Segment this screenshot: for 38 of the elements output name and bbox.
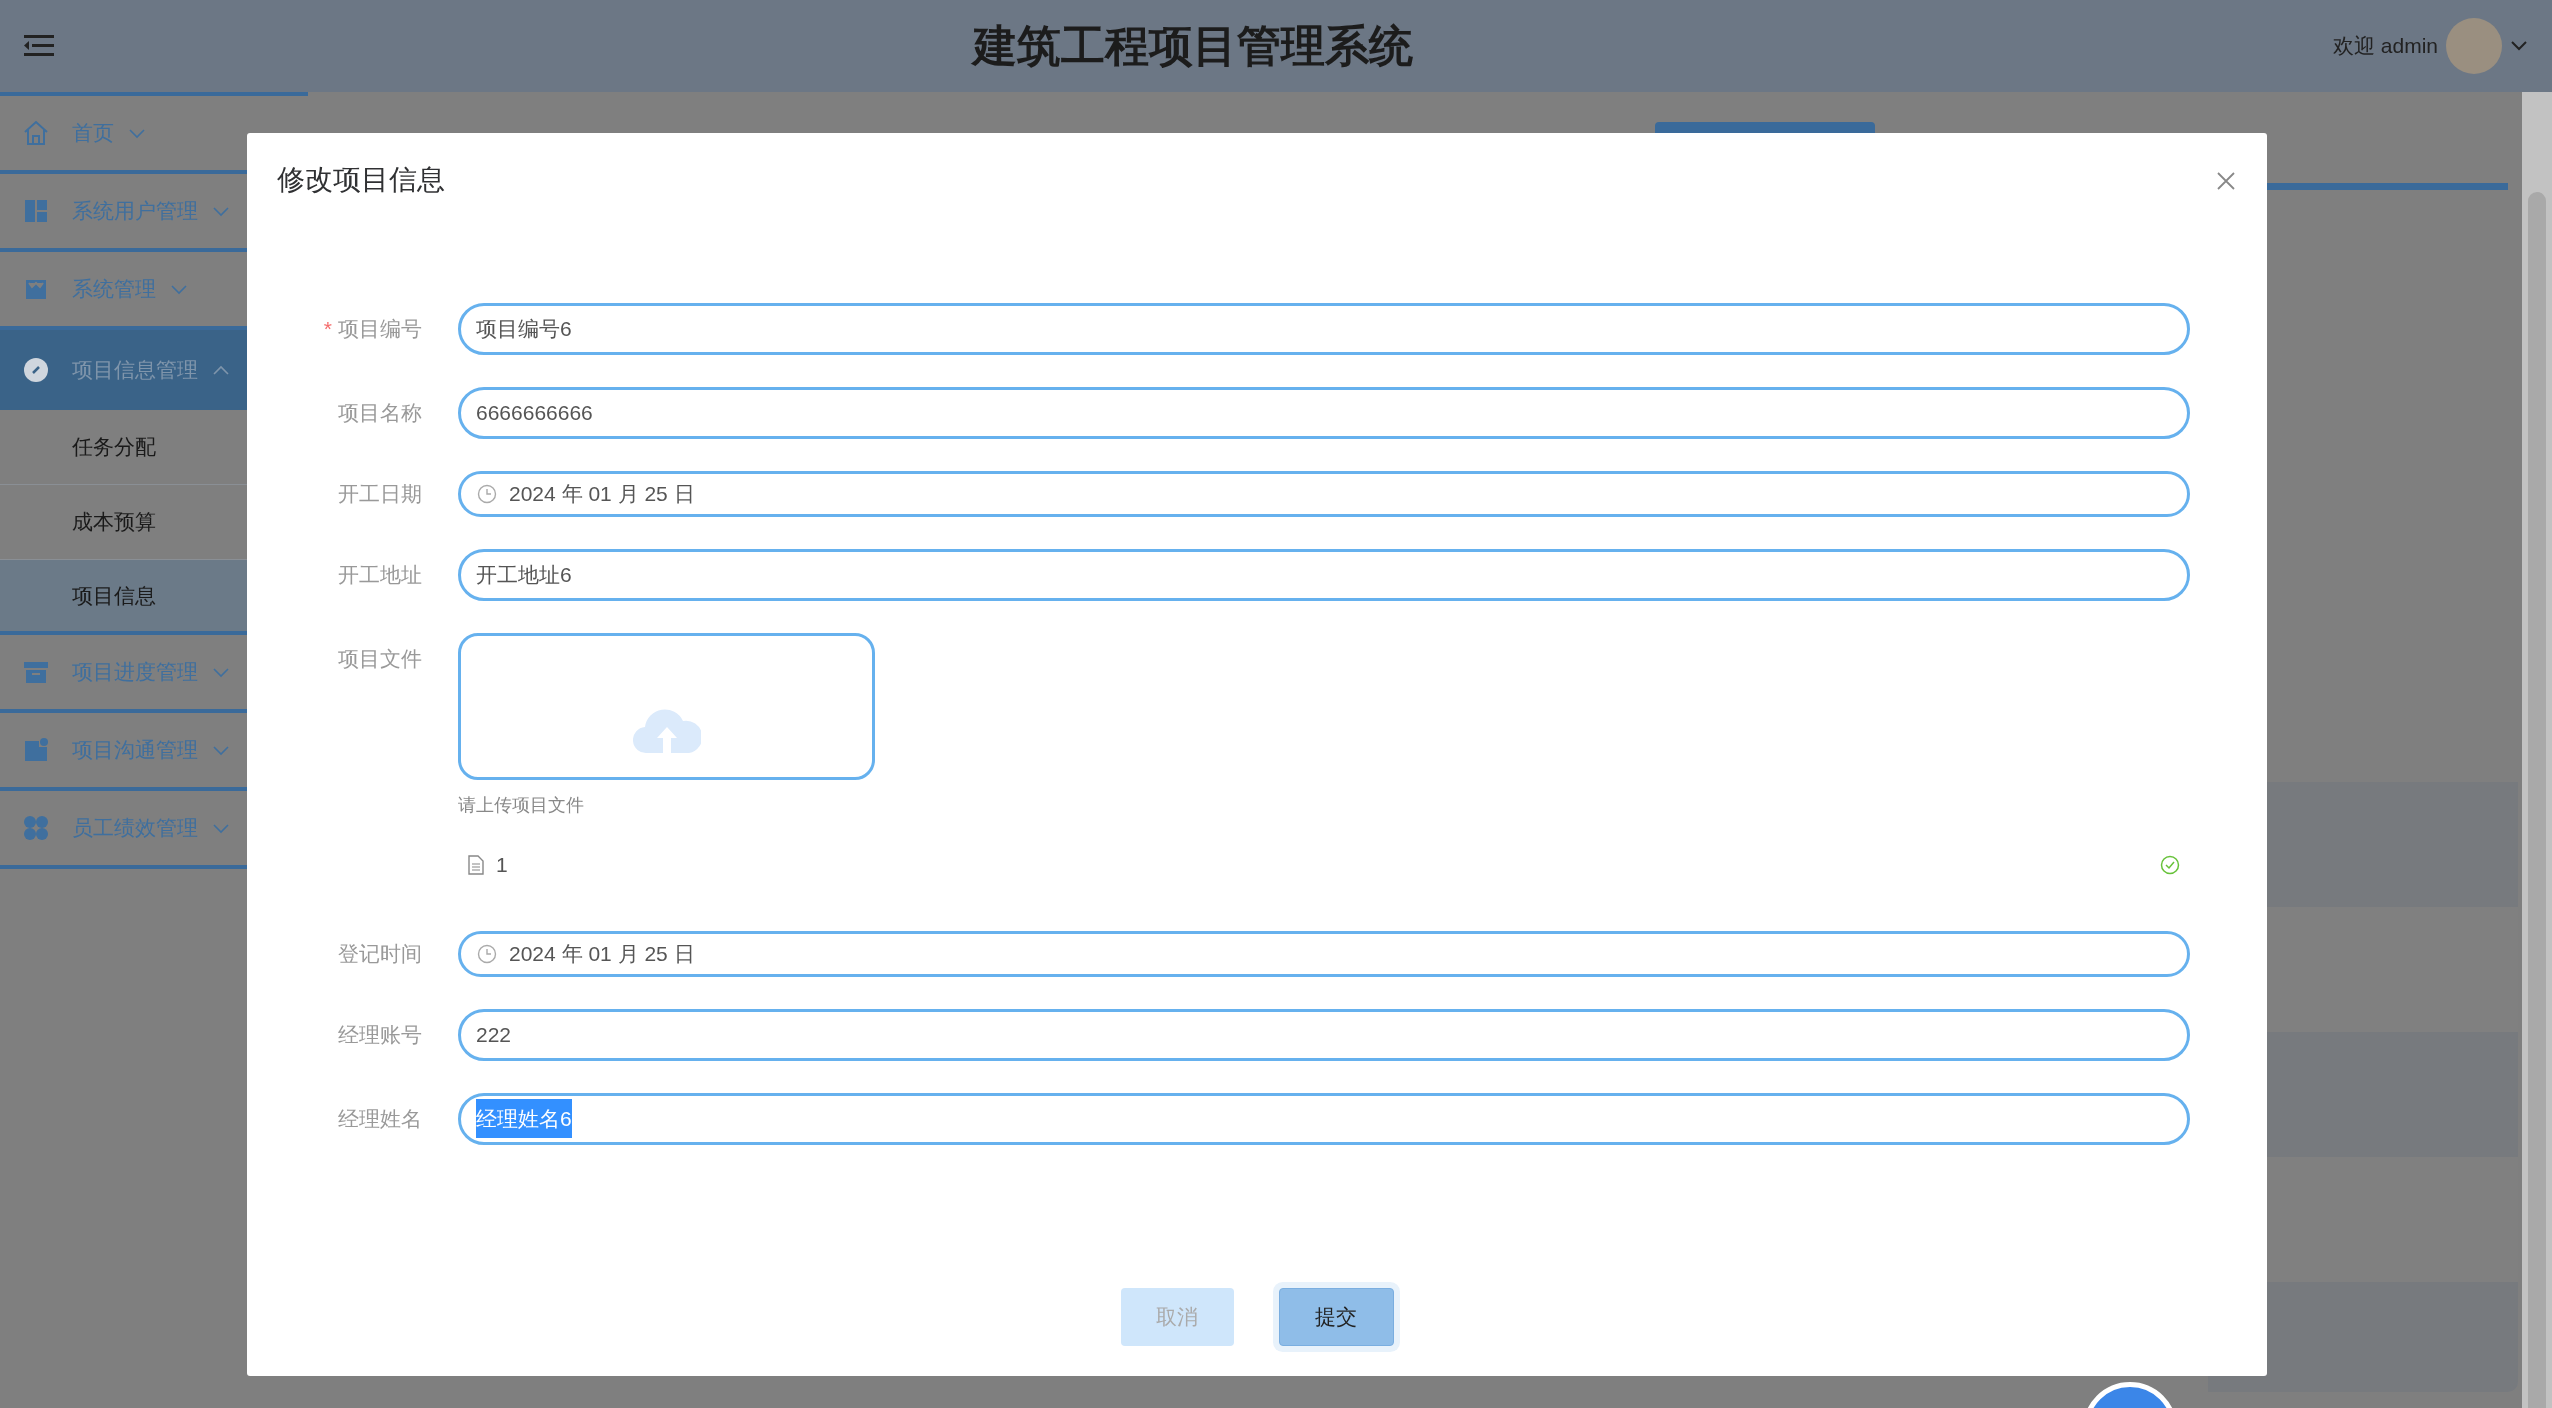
field-label: 开工日期 (337, 481, 423, 507)
upload-area[interactable] (458, 633, 875, 780)
chevron-down-icon (128, 127, 146, 139)
compass-icon (22, 356, 50, 384)
input-field[interactable]: 6666666666 (458, 387, 2190, 439)
close-icon (2217, 171, 2235, 190)
date-field[interactable]: 2024 年 01 月 25 日 (458, 471, 2190, 517)
menu-icon (24, 34, 54, 59)
field-label: 项目文件 (337, 646, 423, 672)
file-name[interactable]: 1 (496, 849, 2160, 881)
chevron-up-icon (212, 364, 230, 376)
dashboard-icon (22, 197, 50, 225)
field-label: 经理姓名 (337, 1105, 423, 1132)
upload-hint: 请上传项目文件 (458, 794, 585, 817)
field-label: 开工地址 (337, 562, 423, 588)
app-title: 建筑工程项目管理系统 (970, 20, 1415, 72)
clock-icon (477, 943, 497, 964)
field-label: * 项目编号 (322, 316, 423, 342)
field-label: 登记时间 (337, 940, 423, 967)
field-label: 经理账号 (337, 1021, 423, 1048)
clock-icon (477, 484, 497, 504)
chevron-down-icon (212, 822, 230, 834)
menu-button[interactable] (24, 33, 54, 59)
input-field[interactable]: 开工地址6 (458, 549, 2190, 601)
date-field[interactable]: 2024 年 01 月 25 日 (458, 930, 2190, 977)
welcome-text: 欢迎 admin (2332, 33, 2438, 60)
chevron-down-icon (2510, 40, 2528, 52)
scrollbar[interactable] (2522, 92, 2552, 1408)
field-label: 项目名称 (337, 400, 423, 426)
chevron-down-icon (170, 283, 188, 295)
home-icon (22, 119, 50, 147)
chevron-down-icon (212, 744, 230, 756)
chevron-down-icon (212, 205, 230, 217)
chevron-down-icon (212, 666, 230, 678)
input-field[interactable]: 经理姓名6 (458, 1092, 2190, 1145)
input-field[interactable]: 项目编号6 (458, 303, 2190, 355)
grid-icon (22, 814, 50, 842)
input-field[interactable]: 222 (458, 1008, 2190, 1061)
